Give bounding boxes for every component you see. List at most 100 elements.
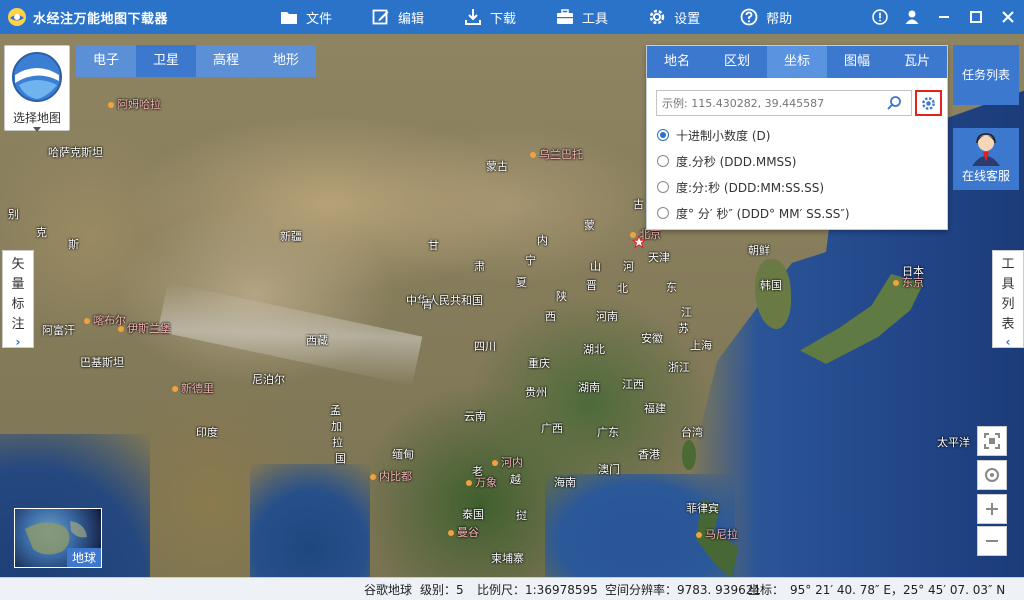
place-label: 四川	[474, 340, 496, 353]
place-label: 乌兰巴托	[530, 146, 583, 162]
tab-district[interactable]: 区划	[707, 46, 767, 78]
place-label: 新疆	[280, 230, 302, 243]
coordinate-input[interactable]	[657, 92, 882, 114]
app-logo-icon	[8, 8, 26, 26]
place-label: 太平洋	[937, 436, 970, 449]
vector-annotation-label: 矢 量 标 注	[11, 257, 25, 332]
menu-settings[interactable]: 设置	[648, 0, 700, 34]
zoom-in-button[interactable]	[977, 494, 1007, 524]
maximize-button[interactable]	[960, 0, 992, 34]
format-option-ddd-mm-ss[interactable]: 度:分:秒 (DDD:MM:SS.SS)	[657, 174, 850, 200]
place-label: 台湾	[681, 426, 703, 439]
format-option-decimal[interactable]: 十进制小数度 (D)	[657, 122, 850, 148]
status-resolution: 空间分辨率：9783. 939621	[605, 583, 761, 597]
tab-coordinate[interactable]: 坐标	[767, 46, 827, 78]
menu-edit[interactable]: 编辑	[372, 0, 424, 34]
format-option-dms-symbols[interactable]: 度° 分′ 秒″ (DDD° MM′ SS.SS″)	[657, 200, 850, 226]
chevron-down-icon	[33, 127, 41, 132]
place-label: 河	[623, 260, 634, 273]
main-menu: 文件 编辑 下载 工具 设置 帮助	[280, 0, 832, 34]
menu-tools[interactable]: 工具	[556, 0, 608, 34]
window-controls	[864, 0, 1024, 34]
tab-map-sheet[interactable]: 图幅	[827, 46, 887, 78]
place-label: 古	[633, 198, 644, 211]
download-icon	[465, 9, 482, 25]
place-label: 尼泊尔	[252, 373, 285, 386]
close-button[interactable]	[992, 0, 1024, 34]
place-label: 蒙	[584, 219, 595, 232]
menu-file[interactable]: 文件	[280, 0, 332, 34]
fullscreen-button[interactable]	[977, 426, 1007, 456]
place-label: 缅甸	[392, 448, 414, 461]
place-label: 曼谷	[448, 524, 479, 540]
user-icon	[905, 10, 919, 24]
title-bar: 水经注万能地图下载器 文件 编辑 下载 工具 设置 帮助	[0, 0, 1024, 34]
info-button[interactable]	[864, 0, 896, 34]
place-label: 印度	[196, 426, 218, 439]
edit-icon	[372, 9, 389, 25]
place-label: 广西	[541, 422, 563, 435]
app-title: 水经注万能地图下载器	[33, 11, 169, 27]
tab-electronic[interactable]: 电子	[76, 45, 136, 77]
place-label: 江西	[622, 378, 644, 391]
tool-list-label: 工 具 列 表	[1001, 257, 1015, 332]
fullscreen-icon	[984, 433, 1000, 449]
place-label: 陕	[556, 290, 567, 303]
gear-icon	[922, 96, 935, 110]
place-label: 内比都	[370, 468, 412, 484]
place-label: 肃	[474, 260, 485, 273]
place-label: 加	[331, 420, 342, 433]
place-label: 香港	[638, 448, 660, 461]
status-source: 谷歌地球	[364, 583, 413, 597]
tab-place-name[interactable]: 地名	[647, 46, 707, 78]
earth-view-toggle[interactable]: 地球	[14, 508, 102, 568]
format-option-ddd-mmss[interactable]: 度.分秒 (DDD.MMSS)	[657, 148, 850, 174]
radio-selected[interactable]	[657, 129, 669, 141]
place-label: 阿姆哈拉	[108, 96, 161, 112]
status-bar: 谷歌地球 级别：5 比例尺：1:36978595 空间分辨率：9783. 939…	[0, 577, 1024, 600]
toolbox-icon	[557, 9, 574, 24]
tab-tile[interactable]: 瓦片	[887, 46, 947, 78]
place-label: 泰国	[462, 508, 484, 521]
place-label: 克	[36, 226, 47, 239]
place-label: 东京	[893, 274, 924, 290]
coordinate-format-options: 十进制小数度 (D) 度.分秒 (DDD.MMSS) 度:分:秒 (DDD:MM…	[657, 122, 850, 226]
place-label: 越	[510, 473, 521, 486]
place-label: 哈萨克斯坦	[48, 146, 103, 159]
radio-unselected[interactable]	[657, 181, 669, 193]
place-label: 湖南	[578, 381, 600, 394]
place-label: 贵州	[525, 386, 547, 399]
place-label: 晋	[586, 279, 597, 292]
menu-download-label: 下载	[490, 11, 517, 27]
help-icon	[740, 8, 758, 26]
place-label: 西藏	[306, 334, 328, 347]
radio-unselected[interactable]	[657, 155, 669, 167]
chevron-left-icon: ‹	[1005, 335, 1011, 349]
search-icon[interactable]	[886, 95, 902, 111]
coordinate-settings-button[interactable]	[915, 90, 942, 116]
minimize-icon	[939, 16, 949, 18]
format-option-label: 度:分:秒 (DDD:MM:SS.SS)	[676, 180, 825, 195]
himalaya-snow	[157, 282, 423, 386]
tab-elevation[interactable]: 高程	[196, 45, 256, 77]
map-source-selector[interactable]: 选择地图	[4, 45, 70, 132]
user-button[interactable]	[896, 0, 928, 34]
menu-help[interactable]: 帮助	[740, 0, 792, 34]
place-label: 西	[545, 310, 556, 323]
vector-annotation-tab[interactable]: 矢 量 标 注 ›	[2, 250, 34, 349]
place-label: 内	[537, 234, 548, 247]
task-list-button[interactable]: 任务列表	[953, 45, 1019, 105]
locate-button[interactable]	[977, 460, 1007, 490]
minimize-button[interactable]	[928, 0, 960, 34]
tool-list-tab[interactable]: 工 具 列 表 ‹	[992, 250, 1024, 349]
tab-satellite[interactable]: 卫星	[136, 45, 196, 77]
menu-download[interactable]: 下载	[464, 0, 516, 34]
online-service-button[interactable]: 在线客服	[953, 128, 1019, 190]
zoom-out-button[interactable]	[977, 526, 1007, 556]
place-label: 重庆	[528, 357, 550, 370]
radio-unselected[interactable]	[657, 207, 669, 219]
format-option-label: 度° 分′ 秒″ (DDD° MM′ SS.SS″)	[676, 206, 850, 221]
menu-settings-label: 设置	[674, 11, 701, 27]
format-option-label: 度.分秒 (DDD.MMSS)	[676, 154, 797, 169]
tab-terrain[interactable]: 地形	[256, 45, 316, 77]
